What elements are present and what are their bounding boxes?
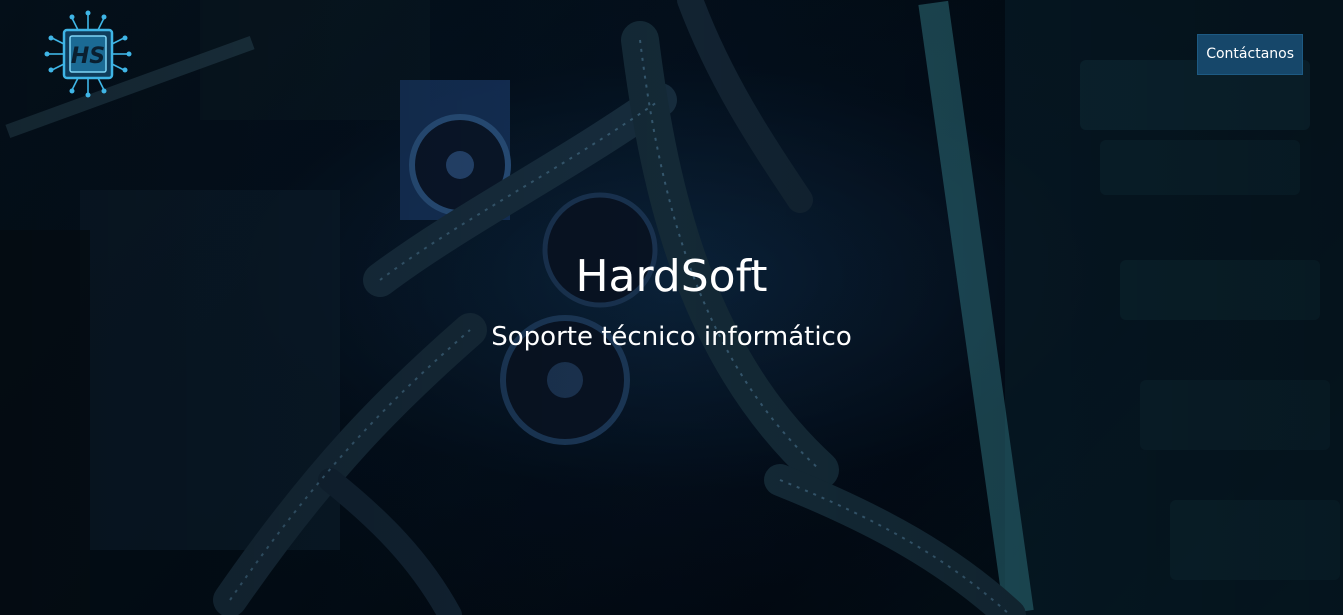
contact-button[interactable]: Contáctanos [1197,34,1303,75]
svg-text:HS: HS [71,44,105,69]
hero-title: HardSoft [575,251,768,302]
background-dim-overlay [0,0,1343,615]
hero-subtitle: Soporte técnico informático [491,322,852,352]
hs-circuit-chip-logo-icon[interactable]: HS [42,8,134,100]
hero-section: HS Contáctanos HardSoft Soporte técnico … [0,0,1343,615]
